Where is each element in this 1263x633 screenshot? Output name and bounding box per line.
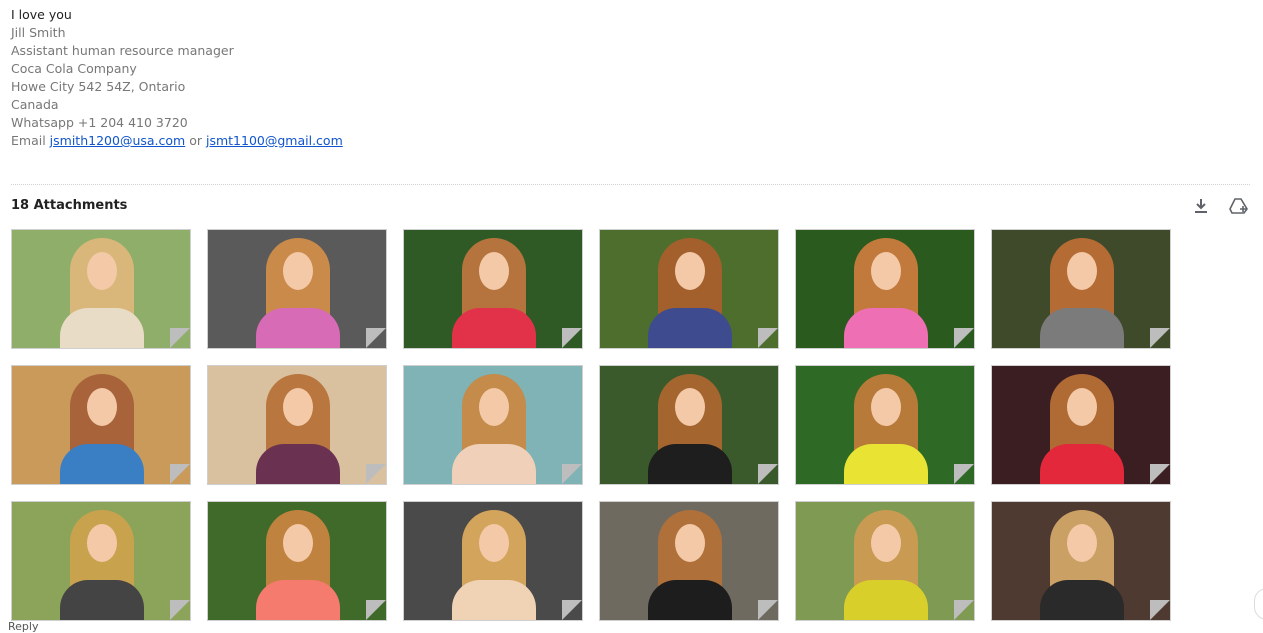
photo-face <box>675 524 705 562</box>
photo-clothing <box>256 444 340 484</box>
attachment-thumbnail[interactable] <box>403 365 583 485</box>
page-fold-icon <box>954 328 974 348</box>
page-fold-icon <box>954 464 974 484</box>
page-fold-icon <box>366 600 386 620</box>
photo-clothing <box>844 580 928 620</box>
attachment-thumbnail[interactable] <box>599 365 779 485</box>
add-to-drive-icon <box>1229 198 1248 214</box>
photo-clothing <box>452 444 536 484</box>
photo-face <box>87 252 117 290</box>
photo-clothing <box>648 308 732 348</box>
photo-clothing <box>844 308 928 348</box>
scroll-button[interactable] <box>1254 588 1263 620</box>
page-fold-icon <box>562 464 582 484</box>
email-link-1[interactable]: jsmith1200@usa.com <box>50 133 186 148</box>
signature-country: Canada <box>11 97 59 112</box>
photo-face <box>1067 524 1097 562</box>
signature-title: Assistant human resource manager <box>11 43 234 58</box>
attachments-header: 18 Attachments <box>11 198 128 213</box>
photo-face <box>479 388 509 426</box>
photo-face <box>1067 252 1097 290</box>
attachments-actions <box>1190 196 1250 216</box>
page-fold-icon <box>954 600 974 620</box>
attachment-thumbnail[interactable] <box>207 501 387 621</box>
photo-face <box>87 524 117 562</box>
attachment-thumbnail[interactable] <box>795 229 975 349</box>
photo-clothing <box>60 580 144 620</box>
attachments-grid <box>11 229 1171 621</box>
photo-face <box>675 388 705 426</box>
page-fold-icon <box>366 328 386 348</box>
page-fold-icon <box>562 600 582 620</box>
page-fold-icon <box>170 464 190 484</box>
photo-face <box>871 252 901 290</box>
email-connector: or <box>189 133 202 148</box>
page-fold-icon <box>1150 600 1170 620</box>
attachment-thumbnail[interactable] <box>207 365 387 485</box>
photo-face <box>675 252 705 290</box>
photo-clothing <box>648 444 732 484</box>
page-fold-icon <box>562 328 582 348</box>
photo-face <box>479 524 509 562</box>
download-all-button[interactable] <box>1190 196 1212 216</box>
page-fold-icon <box>170 600 190 620</box>
attachment-thumbnail[interactable] <box>991 365 1171 485</box>
photo-clothing <box>1040 580 1124 620</box>
page-fold-icon <box>170 328 190 348</box>
photo-clothing <box>648 580 732 620</box>
email-prefix: Email <box>11 133 46 148</box>
attachment-thumbnail[interactable] <box>207 229 387 349</box>
photo-clothing <box>60 444 144 484</box>
photo-clothing <box>256 580 340 620</box>
signature-email-line: Email jsmith1200@usa.com or jsmt1100@gma… <box>11 132 343 150</box>
photo-face <box>479 252 509 290</box>
attachment-thumbnail[interactable] <box>11 365 191 485</box>
signature-address: Howe City 542 54Z, Ontario <box>11 79 186 94</box>
email-signature: I love you Jill Smith Assistant human re… <box>11 6 343 150</box>
greeting-text: I love you <box>11 7 72 22</box>
photo-face <box>283 524 313 562</box>
photo-face <box>871 524 901 562</box>
attachment-thumbnail[interactable] <box>991 229 1171 349</box>
add-to-drive-button[interactable] <box>1228 196 1250 216</box>
photo-face <box>87 388 117 426</box>
signature-company: Coca Cola Company <box>11 61 137 76</box>
photo-face <box>283 388 313 426</box>
attachment-thumbnail[interactable] <box>403 229 583 349</box>
page-fold-icon <box>758 464 778 484</box>
photo-face <box>283 252 313 290</box>
email-link-2[interactable]: jsmt1100@gmail.com <box>206 133 343 148</box>
page-fold-icon <box>366 464 386 484</box>
photo-face <box>1067 388 1097 426</box>
photo-clothing <box>452 308 536 348</box>
page-fold-icon <box>1150 328 1170 348</box>
attachment-thumbnail[interactable] <box>11 229 191 349</box>
photo-face <box>871 388 901 426</box>
attachments-divider <box>11 184 1250 185</box>
download-icon <box>1195 199 1207 213</box>
attachment-thumbnail[interactable] <box>991 501 1171 621</box>
attachment-thumbnail[interactable] <box>11 501 191 621</box>
reply-snippet[interactable]: Reply <box>8 620 38 633</box>
photo-clothing <box>844 444 928 484</box>
page-fold-icon <box>758 600 778 620</box>
attachment-thumbnail[interactable] <box>599 229 779 349</box>
signature-whatsapp: Whatsapp +1 204 410 3720 <box>11 115 188 130</box>
photo-clothing <box>452 580 536 620</box>
page-fold-icon <box>1150 464 1170 484</box>
attachment-thumbnail[interactable] <box>403 501 583 621</box>
attachment-thumbnail[interactable] <box>795 365 975 485</box>
attachment-thumbnail[interactable] <box>599 501 779 621</box>
signature-name: Jill Smith <box>11 25 66 40</box>
attachment-thumbnail[interactable] <box>795 501 975 621</box>
page-fold-icon <box>758 328 778 348</box>
photo-clothing <box>60 308 144 348</box>
photo-clothing <box>256 308 340 348</box>
photo-clothing <box>1040 308 1124 348</box>
photo-clothing <box>1040 444 1124 484</box>
